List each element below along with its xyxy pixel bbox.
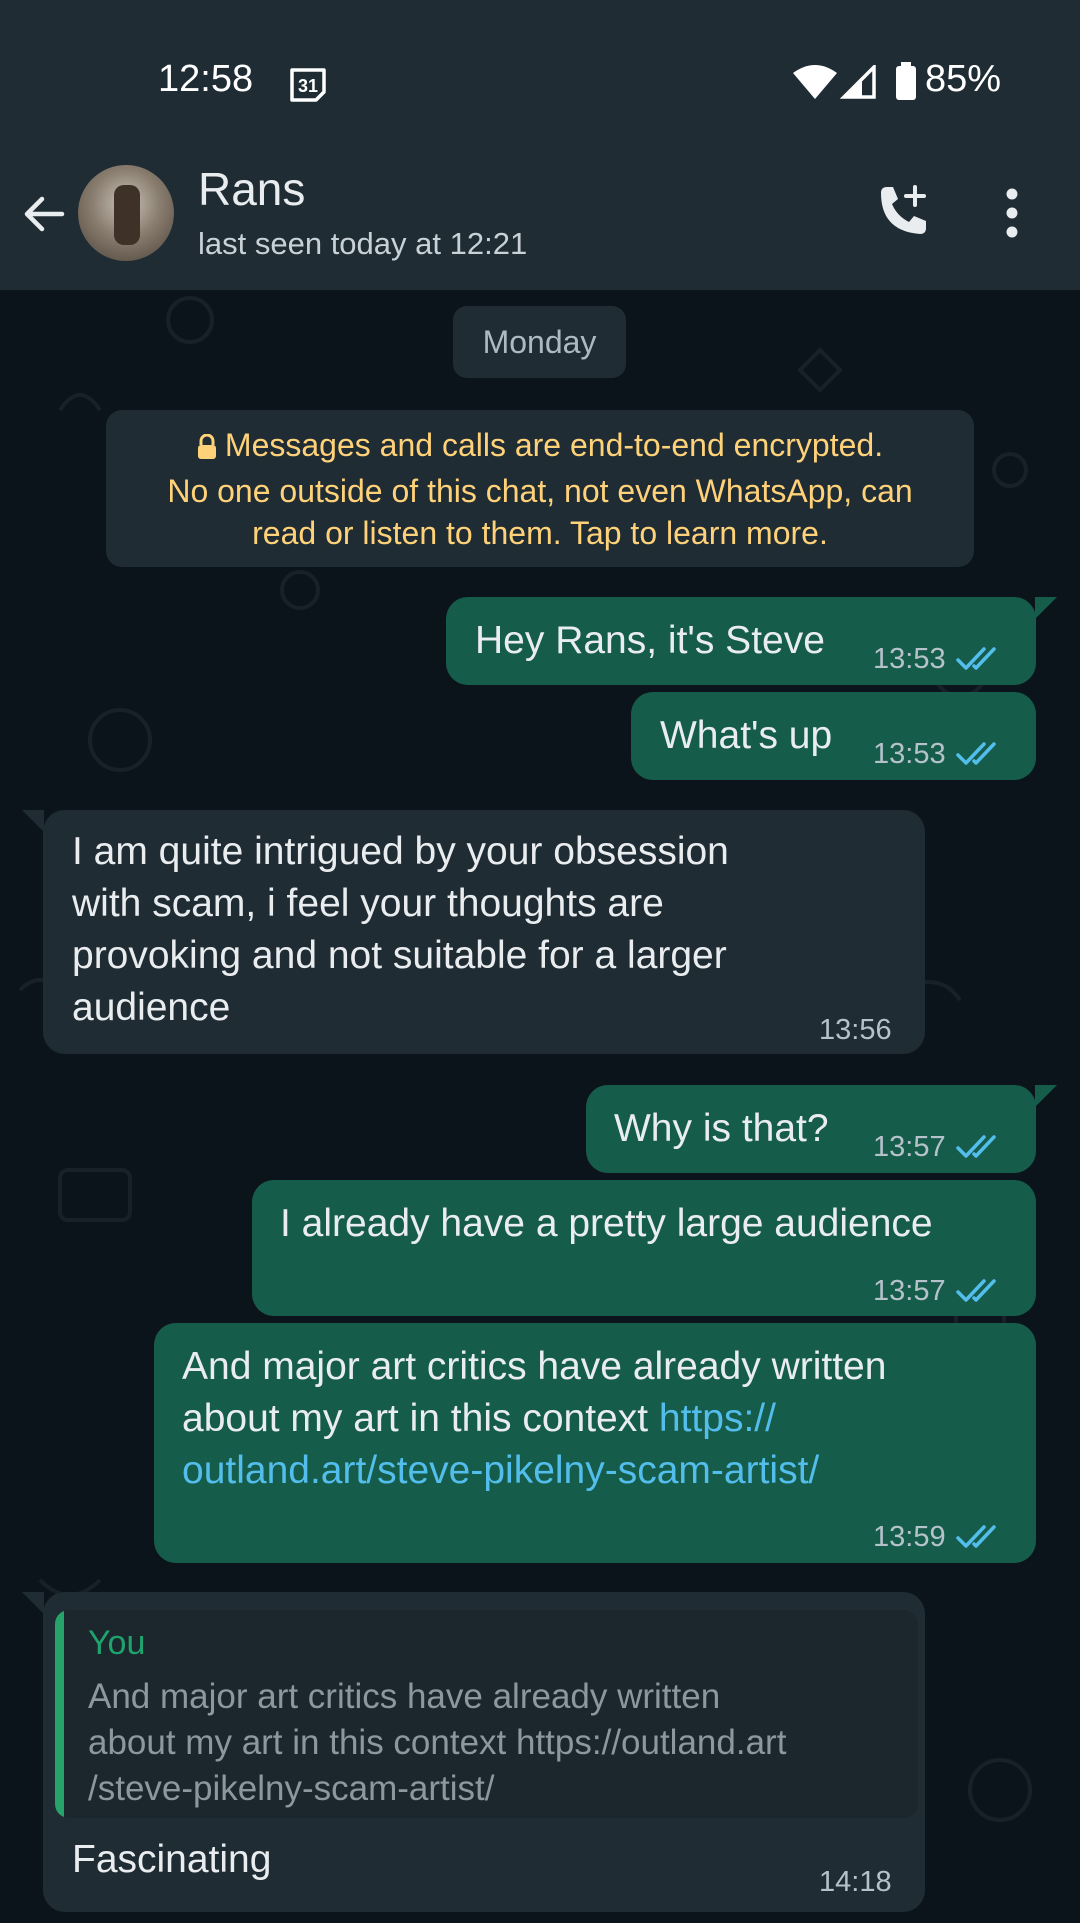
encryption-line-3: read or listen to them. Tap to learn mor…: [252, 515, 828, 551]
encryption-line-2: No one outside of this chat, not even Wh…: [167, 473, 913, 509]
message-text: Hey Rans, it's Steve: [475, 619, 825, 662]
quote-author: You: [88, 1624, 146, 1662]
message-bubble-outgoing[interactable]: What's up 13:53: [631, 692, 1036, 780]
quoted-message[interactable]: You And major art critics have already w…: [55, 1610, 918, 1818]
read-receipt-icon: [955, 742, 996, 765]
message-time: 13:59: [873, 1521, 946, 1553]
message-bubble-incoming[interactable]: I am quite intrigued by your obsession w…: [43, 810, 925, 1054]
read-receipt-icon: [955, 647, 996, 670]
message-time: 14:18: [819, 1866, 892, 1898]
wifi-icon: [793, 65, 837, 104]
message-line-4: audience: [72, 986, 231, 1029]
message-time: 13:56: [819, 1014, 892, 1046]
signal-icon: [839, 62, 876, 104]
last-seen-status: last seen today at 12:21: [198, 226, 528, 261]
message-line-2: about my art in this context https://: [182, 1393, 776, 1445]
message-link-part-2[interactable]: outland.art/steve-pikelny-scam-artist/: [182, 1445, 819, 1497]
message-meta: 13:57: [873, 1121, 1002, 1173]
status-time: 12:58: [158, 58, 254, 100]
message-line-2: with scam, i feel your thoughts are: [72, 882, 664, 925]
message-time: 13:53: [873, 643, 946, 675]
contact-avatar[interactable]: [78, 165, 174, 261]
quote-accent-bar: [55, 1610, 64, 1818]
message-text: Fascinating: [72, 1838, 272, 1881]
back-arrow-icon[interactable]: [20, 190, 68, 243]
date-separator: Monday: [453, 306, 626, 378]
message-meta: 13:57: [873, 1265, 1002, 1317]
message-link-part-1[interactable]: https://: [659, 1397, 776, 1440]
message-time: 13:57: [873, 1131, 946, 1163]
battery-percentage: 85%: [925, 58, 1002, 100]
message-meta: 13:53: [873, 633, 1002, 685]
message-line-3: provoking and not suitable for a larger: [72, 934, 727, 977]
calendar-icon: 31: [288, 62, 328, 107]
message-text: What's up: [660, 714, 833, 757]
more-options-icon[interactable]: [1005, 188, 1019, 243]
contact-name[interactable]: Rans: [198, 162, 305, 216]
bubble-tail: [22, 810, 44, 832]
message-text: Why is that?: [614, 1107, 829, 1150]
message-meta: 13:59: [873, 1511, 1002, 1563]
message-bubble-outgoing[interactable]: And major art critics have already writt…: [154, 1323, 1036, 1563]
quote-text: And major art critics have already writt…: [88, 1677, 787, 1808]
bubble-tail: [1035, 597, 1057, 619]
bubble-tail: [22, 1592, 44, 1614]
add-call-icon[interactable]: [875, 183, 931, 244]
battery-icon: [895, 62, 917, 105]
message-line-2-text: about my art in this context: [182, 1397, 659, 1440]
read-receipt-icon: [955, 1279, 996, 1302]
message-time: 13:57: [873, 1275, 946, 1307]
message-bubble-outgoing[interactable]: Why is that? 13:57: [586, 1085, 1036, 1173]
message-line-1: And major art critics have already writt…: [182, 1345, 887, 1388]
message-meta: 13:56: [819, 1004, 892, 1056]
message-bubble-outgoing[interactable]: Hey Rans, it's Steve 13:53: [446, 597, 1036, 685]
lock-icon: [197, 428, 217, 470]
message-bubble-outgoing[interactable]: I already have a pretty large audience 1…: [252, 1180, 1036, 1316]
encryption-notice[interactable]: Messages and calls are end-to-end encryp…: [106, 410, 974, 567]
message-meta: 13:53: [873, 728, 1002, 780]
read-receipt-icon: [955, 1525, 996, 1548]
read-receipt-icon: [955, 1135, 996, 1158]
bubble-tail: [1035, 1085, 1057, 1107]
calendar-day: 31: [298, 76, 318, 96]
message-text: I already have a pretty large audience: [280, 1202, 933, 1245]
message-line-1: I am quite intrigued by your obsession: [72, 830, 729, 873]
encryption-line-1: Messages and calls are end-to-end encryp…: [224, 427, 884, 463]
message-time: 13:53: [873, 738, 946, 770]
